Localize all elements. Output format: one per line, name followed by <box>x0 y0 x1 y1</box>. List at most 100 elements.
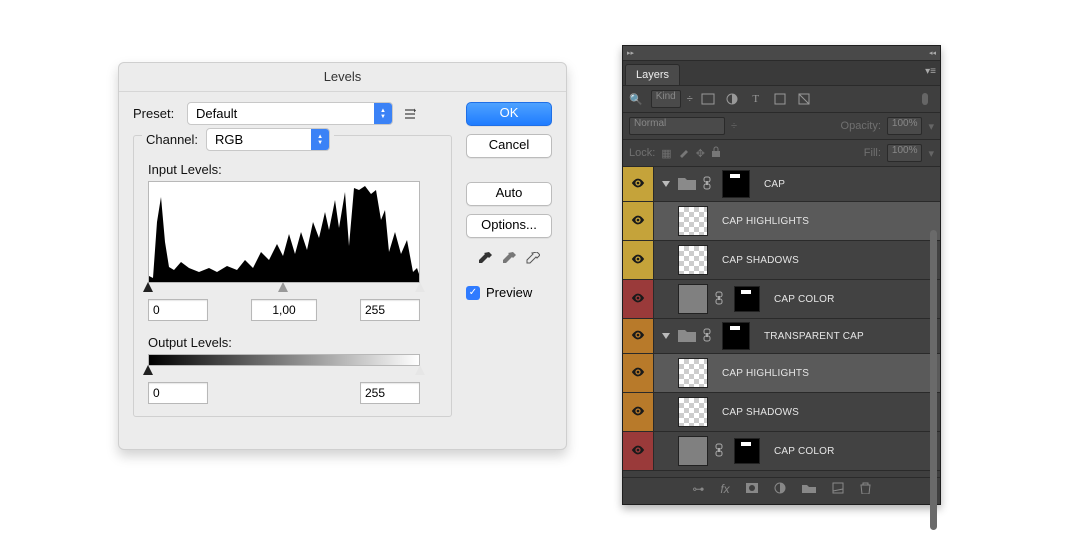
preview-label: Preview <box>486 285 532 300</box>
trash-icon[interactable] <box>860 482 871 497</box>
blend-mode-select[interactable]: Normal <box>629 117 725 135</box>
filter-pixel-icon[interactable] <box>699 90 717 108</box>
output-white-field[interactable] <box>360 382 420 404</box>
output-black-slider[interactable] <box>143 365 153 375</box>
output-black-field[interactable] <box>148 382 208 404</box>
preview-checkbox[interactable]: ✓ <box>466 286 480 300</box>
filter-kind-select[interactable]: Kind <box>651 90 681 108</box>
visibility-toggle[interactable] <box>623 319 654 353</box>
layers-scrollbar[interactable] <box>930 230 937 540</box>
options-button[interactable]: Options... <box>466 214 552 238</box>
layer-row[interactable]: CAP SHADOWS <box>623 241 940 280</box>
preset-menu-icon[interactable] <box>401 105 419 123</box>
layer-content: CAP <box>654 170 785 198</box>
visibility-toggle[interactable] <box>623 432 654 470</box>
scrollbar-thumb[interactable] <box>930 230 937 530</box>
eyedropper-gray-icon[interactable] <box>502 252 516 269</box>
output-white-slider[interactable] <box>415 365 425 375</box>
layer-name[interactable]: CAP SHADOWS <box>722 407 799 418</box>
eye-icon <box>631 443 645 460</box>
layers-panel-grip[interactable]: ▸▸ ◂◂ <box>623 46 940 61</box>
lock-row: Lock: ▦ ✥ Fill: 100% ▾ <box>623 140 940 167</box>
histogram[interactable] <box>148 181 420 283</box>
filter-smart-icon[interactable] <box>795 90 813 108</box>
fx-icon[interactable]: fx <box>720 482 729 496</box>
layers-list: CAP CAP HIGHLIGHTS CAP SHADOWS CAP COLOR TRA… <box>623 167 940 477</box>
input-slider[interactable] <box>148 283 420 293</box>
visibility-toggle[interactable] <box>623 354 654 392</box>
visibility-toggle[interactable] <box>623 241 654 279</box>
layer-name[interactable]: TRANSPARENT CAP <box>764 331 864 342</box>
fill-field[interactable]: 100% <box>887 144 923 162</box>
layer-group-row[interactable]: TRANSPARENT CAP <box>623 319 940 354</box>
layer-row[interactable]: CAP COLOR <box>623 280 940 319</box>
input-black-field[interactable] <box>148 299 208 321</box>
preset-select[interactable]: Default ▲▼ <box>187 102 393 125</box>
filter-type-icon[interactable]: T <box>747 90 765 108</box>
disclosure-triangle-icon[interactable] <box>662 181 670 187</box>
preset-label: Preset: <box>133 106 187 121</box>
mask-icon[interactable] <box>746 482 758 496</box>
visibility-toggle[interactable] <box>623 280 654 318</box>
cancel-button[interactable]: Cancel <box>466 134 552 158</box>
layer-row[interactable]: CAP HIGHLIGHTS <box>623 202 940 241</box>
layer-row[interactable]: CAP COLOR <box>623 432 940 471</box>
fill-caret-icon[interactable]: ▾ <box>928 147 934 160</box>
layer-name[interactable]: CAP HIGHLIGHTS <box>722 368 809 379</box>
layer-mask-thumb[interactable] <box>734 438 760 464</box>
layer-thumb[interactable] <box>678 284 708 314</box>
eyedropper-white-icon[interactable] <box>526 252 540 269</box>
input-white-slider[interactable] <box>415 282 425 292</box>
filter-toggle-icon[interactable] <box>916 90 934 108</box>
output-slider[interactable] <box>148 366 420 376</box>
link-icon <box>714 443 724 460</box>
layer-thumb[interactable] <box>678 436 708 466</box>
opacity-field[interactable]: 100% <box>887 117 923 135</box>
layer-name[interactable]: CAP HIGHLIGHTS <box>722 216 809 227</box>
input-black-slider[interactable] <box>143 282 153 292</box>
group-mask-thumb[interactable] <box>722 322 750 350</box>
disclosure-triangle-icon[interactable] <box>662 333 670 339</box>
layer-thumb[interactable] <box>678 397 708 427</box>
layer-group-row[interactable]: CAP <box>623 167 940 202</box>
layer-name[interactable]: CAP SHADOWS <box>722 255 799 266</box>
group-mask-thumb[interactable] <box>722 170 750 198</box>
adjustment-icon[interactable] <box>774 482 786 497</box>
ok-button[interactable]: OK <box>466 102 552 126</box>
filter-search-icon[interactable]: 🔍 <box>629 93 643 106</box>
layer-row[interactable]: CAP SHADOWS <box>623 393 940 432</box>
collapse-icon[interactable]: ◂◂ <box>929 49 936 57</box>
layers-tab[interactable]: Layers <box>625 64 680 85</box>
lock-paint-icon[interactable] <box>678 146 690 161</box>
filter-adjust-icon[interactable] <box>723 90 741 108</box>
lock-transparency-icon[interactable]: ▦ <box>661 147 671 160</box>
opacity-caret-icon[interactable]: ▾ <box>928 120 934 133</box>
new-layer-icon[interactable] <box>832 482 844 497</box>
layer-name[interactable]: CAP <box>764 179 785 190</box>
layer-name[interactable]: CAP COLOR <box>774 446 835 457</box>
panel-menu-icon[interactable]: ▾≡ <box>925 66 936 77</box>
input-gamma-field[interactable] <box>251 299 317 321</box>
auto-button[interactable]: Auto <box>466 182 552 206</box>
layers-panel: ▸▸ ◂◂ Layers ▾≡ 🔍 Kind ÷ T Normal ÷ Opac… <box>622 45 941 505</box>
layer-thumb[interactable] <box>678 206 708 236</box>
input-white-field[interactable] <box>360 299 420 321</box>
lock-all-icon[interactable] <box>711 146 721 161</box>
filter-kind-caret-icon[interactable]: ÷ <box>687 93 693 105</box>
eyedropper-black-icon[interactable] <box>478 252 492 269</box>
visibility-toggle[interactable] <box>623 393 654 431</box>
layer-mask-thumb[interactable] <box>734 286 760 312</box>
filter-shape-icon[interactable] <box>771 90 789 108</box>
layer-thumb[interactable] <box>678 358 708 388</box>
collapse-icon[interactable]: ▸▸ <box>627 49 634 57</box>
group-icon[interactable] <box>802 482 816 496</box>
layer-name[interactable]: CAP COLOR <box>774 294 835 305</box>
channel-select[interactable]: RGB ▲▼ <box>206 128 330 151</box>
visibility-toggle[interactable] <box>623 167 654 201</box>
layer-thumb[interactable] <box>678 245 708 275</box>
visibility-toggle[interactable] <box>623 202 654 240</box>
input-gamma-slider[interactable] <box>278 282 288 292</box>
link-layers-icon[interactable]: ⊶ <box>692 482 704 496</box>
lock-move-icon[interactable]: ✥ <box>696 147 705 160</box>
layer-row[interactable]: CAP HIGHLIGHTS <box>623 354 940 393</box>
